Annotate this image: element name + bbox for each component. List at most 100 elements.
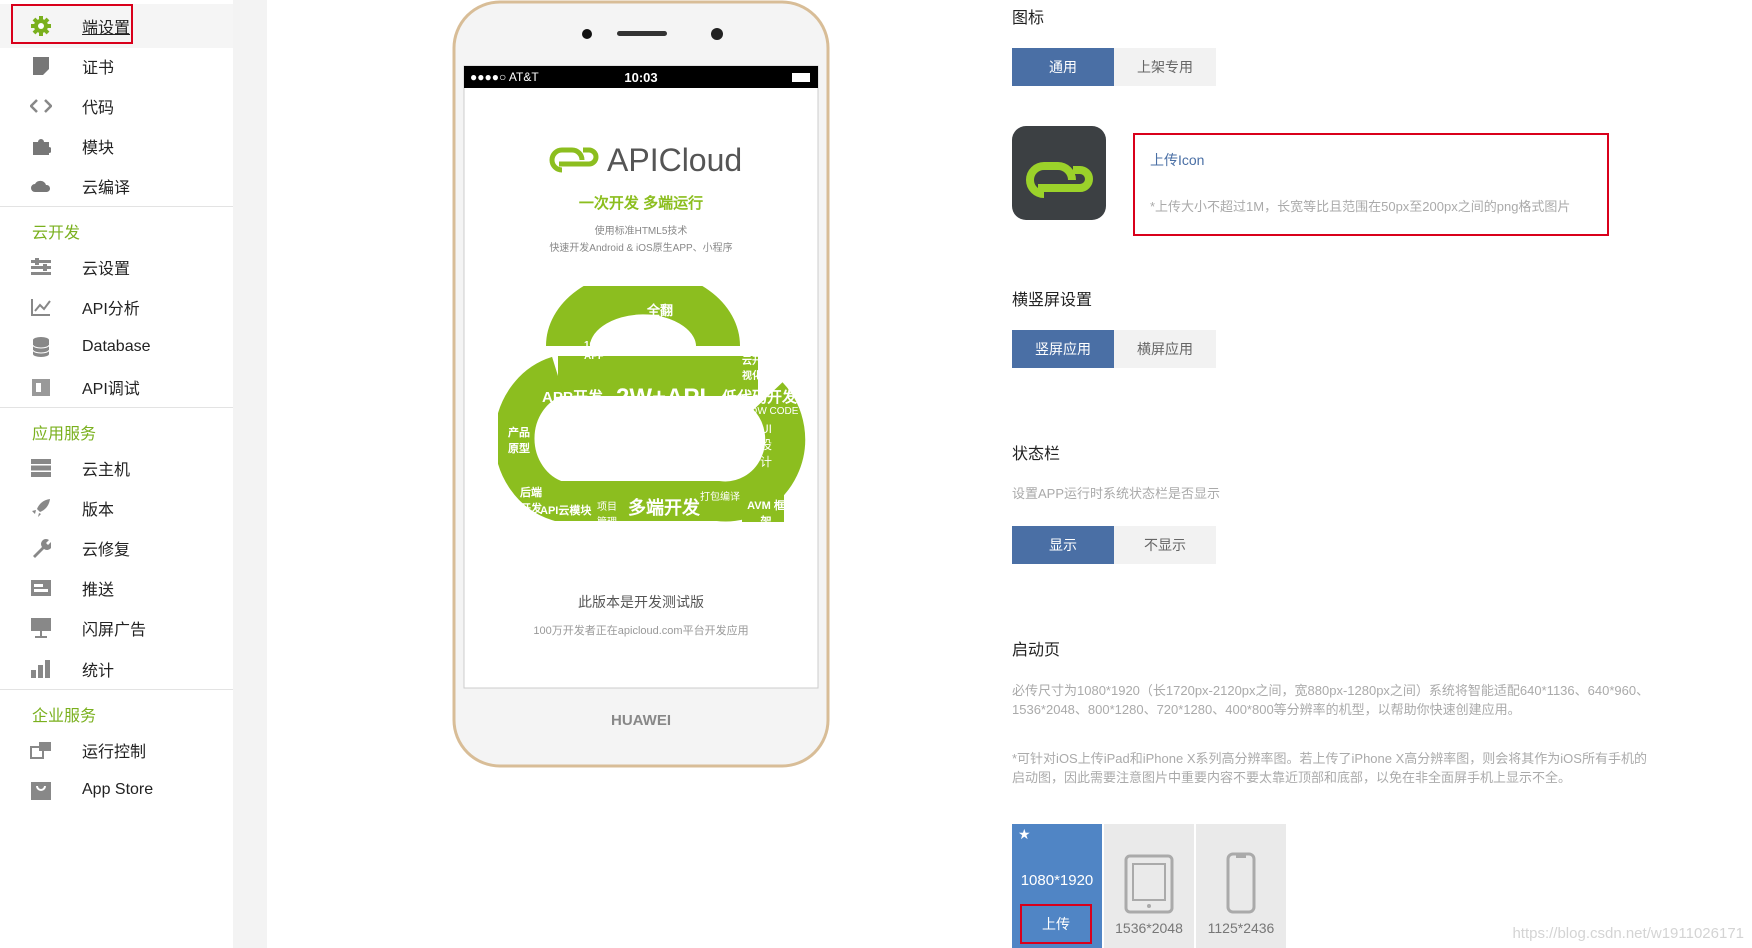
icon-section-title: 图标 — [1012, 10, 1045, 27]
menu-label: App Store — [82, 781, 154, 798]
section-title-enterprise: 企业服务 — [32, 708, 97, 725]
code-icon — [30, 95, 52, 117]
menu-item-cloud-compile[interactable]: 云编译 — [0, 164, 233, 208]
divider — [0, 689, 233, 690]
server-icon — [30, 457, 52, 479]
thumb-size-label: 1125*2436 — [1207, 920, 1275, 936]
word-ui: UI 设计 — [760, 422, 773, 469]
word-app-dev: APP开发 — [542, 389, 603, 406]
tab-store-only[interactable]: 上架专用 — [1114, 48, 1216, 86]
word-xiangmu: 项目 管理 — [597, 502, 617, 528]
tab-show[interactable]: 显示 — [1012, 526, 1114, 564]
divider — [0, 407, 233, 408]
windows-icon — [30, 739, 52, 761]
launch-thumb-iphonex[interactable]: 1125*2436 — [1196, 824, 1286, 948]
menu-item-modules[interactable]: 模块 — [0, 124, 233, 168]
statusbar-section-title: 状态栏 — [1012, 446, 1061, 463]
bar-chart-icon — [30, 658, 52, 680]
menu-item-cloud-host[interactable]: 云主机 — [0, 446, 233, 490]
ad-icon — [30, 617, 52, 639]
menu-label: 版本 — [82, 502, 115, 519]
statusbar-hint: 设置APP运行时系统状态栏是否显示 — [1012, 486, 1221, 501]
word-chanpin: 产品 原型 — [508, 427, 530, 455]
word-dabao: 打包编译 — [700, 492, 740, 503]
statusbar-segment: 显示 不显示 — [1012, 526, 1216, 564]
menu-item-splash-ads[interactable]: 闪屏广告 — [0, 606, 233, 650]
push-icon — [30, 577, 52, 599]
menu-item-run-control[interactable]: 运行控制 — [0, 728, 233, 772]
tab-portrait[interactable]: 竖屏应用 — [1012, 330, 1114, 368]
launch-thumb-1080[interactable]: ★ 1080*1920 上传 — [1012, 824, 1102, 948]
menu-item-api-debug[interactable]: API调试 — [0, 365, 233, 409]
menu-label: 闪屏广告 — [82, 622, 147, 639]
menu-item-statistics[interactable]: 统计 — [0, 647, 233, 691]
tab-hide[interactable]: 不显示 — [1114, 526, 1216, 564]
word-avm: AVM 框架 — [747, 500, 785, 528]
word-multi-end: 多端开发 — [628, 498, 700, 518]
thumb-size-label: 1536*2048 — [1115, 920, 1183, 936]
menu-item-push[interactable]: 推送 — [0, 566, 233, 610]
menu-item-certificate[interactable]: 证书 — [0, 44, 233, 88]
menu-label: Database — [82, 338, 151, 355]
menu-label: 推送 — [82, 582, 115, 599]
puzzle-icon — [30, 135, 52, 157]
menu-item-version[interactable]: 版本 — [0, 486, 233, 530]
launch-thumb-ipad[interactable]: 1536*2048 — [1104, 824, 1194, 948]
menu-label: 云设置 — [82, 261, 131, 278]
word-quanfan: 全翻 译式 — [647, 303, 674, 337]
star-icon: ★ — [1018, 826, 1031, 842]
apicloud-logo-icon — [549, 147, 599, 173]
icon-type-segment: 通用 上架专用 — [1012, 48, 1216, 86]
word-lowcode-en: LOW CODE — [744, 406, 799, 417]
menu-label: 云编译 — [82, 180, 131, 197]
thumb-size-label: 1080*1920 — [1020, 872, 1094, 889]
phone-maker: HUAWEI — [611, 712, 671, 729]
app-icon-preview[interactable] — [1012, 126, 1106, 220]
word-yunkaifa: 云开发 可视化 — [742, 356, 785, 382]
wrench-icon — [30, 537, 52, 559]
database-icon — [30, 336, 52, 358]
debug-icon — [30, 376, 52, 398]
menu-item-code[interactable]: 代码 — [0, 84, 233, 128]
launch-section-title: 启动页 — [1012, 642, 1061, 659]
section-title-cloud-dev: 云开发 — [32, 225, 81, 242]
orientation-segment: 竖屏应用 横屏应用 — [1012, 330, 1216, 368]
menu-label: API分析 — [82, 301, 140, 318]
menu-label: 统计 — [82, 663, 115, 680]
menu-label: API调试 — [82, 381, 140, 398]
menu-label: 代码 — [82, 100, 115, 117]
phone-sub1: 使用标准HTML5技术 — [594, 226, 688, 237]
phone-brand-title: APICloud — [607, 142, 743, 178]
tab-general[interactable]: 通用 — [1012, 48, 1114, 86]
menu-item-cloud-settings[interactable]: 云设置 — [0, 245, 233, 289]
divider — [0, 206, 233, 207]
chart-icon — [30, 296, 52, 318]
rocket-icon — [30, 497, 52, 519]
phone-test-sub: 100万开发者正在apicloud.com平台开发应用 — [533, 625, 749, 637]
certificate-icon — [30, 55, 52, 77]
launch-hint-1: 必传尺寸为1080*1920（长1720px-2120px之间，宽880px-1… — [1012, 683, 1650, 717]
launch-hint-2: *可针对iOS上传iPad和iPhone X系列高分辨率图。若上传了iPhone… — [1012, 751, 1647, 785]
menu-item-cloud-fix[interactable]: 云修复 — [0, 526, 233, 570]
highlight-box-upload-icon — [1133, 133, 1609, 236]
tab-landscape[interactable]: 横屏应用 — [1114, 330, 1216, 368]
section-title-app-services: 应用服务 — [32, 426, 97, 443]
word-2w-api: 2W+API — [616, 384, 707, 411]
menu-label: 云主机 — [82, 462, 131, 479]
sidebar: 端设置 证书 代码 模块 云编译 云开发 云设置 API分析 Database … — [0, 0, 234, 948]
highlight-box-device-settings — [11, 4, 133, 44]
menu-item-api-analytics[interactable]: API分析 — [0, 285, 233, 329]
word-10w: 10W+ 上线APP — [584, 340, 634, 362]
word-lowcode: 低代码开发 — [722, 389, 798, 406]
menu-item-database[interactable]: Database — [0, 325, 233, 369]
sidebar-gutter — [233, 0, 267, 948]
menu-label: 运行控制 — [82, 744, 147, 761]
upload-button[interactable]: 上传 — [1020, 904, 1092, 944]
menu-label: 模块 — [82, 140, 115, 157]
menu-item-app-store[interactable]: App Store — [0, 768, 233, 812]
menu-label: 云修复 — [82, 542, 131, 559]
orientation-section-title: 横竖屏设置 — [1012, 292, 1093, 309]
bag-icon — [30, 779, 52, 801]
cloud-icon — [30, 175, 52, 197]
watermark-text: https://blog.csdn.net/w1911026171 — [1512, 925, 1744, 942]
